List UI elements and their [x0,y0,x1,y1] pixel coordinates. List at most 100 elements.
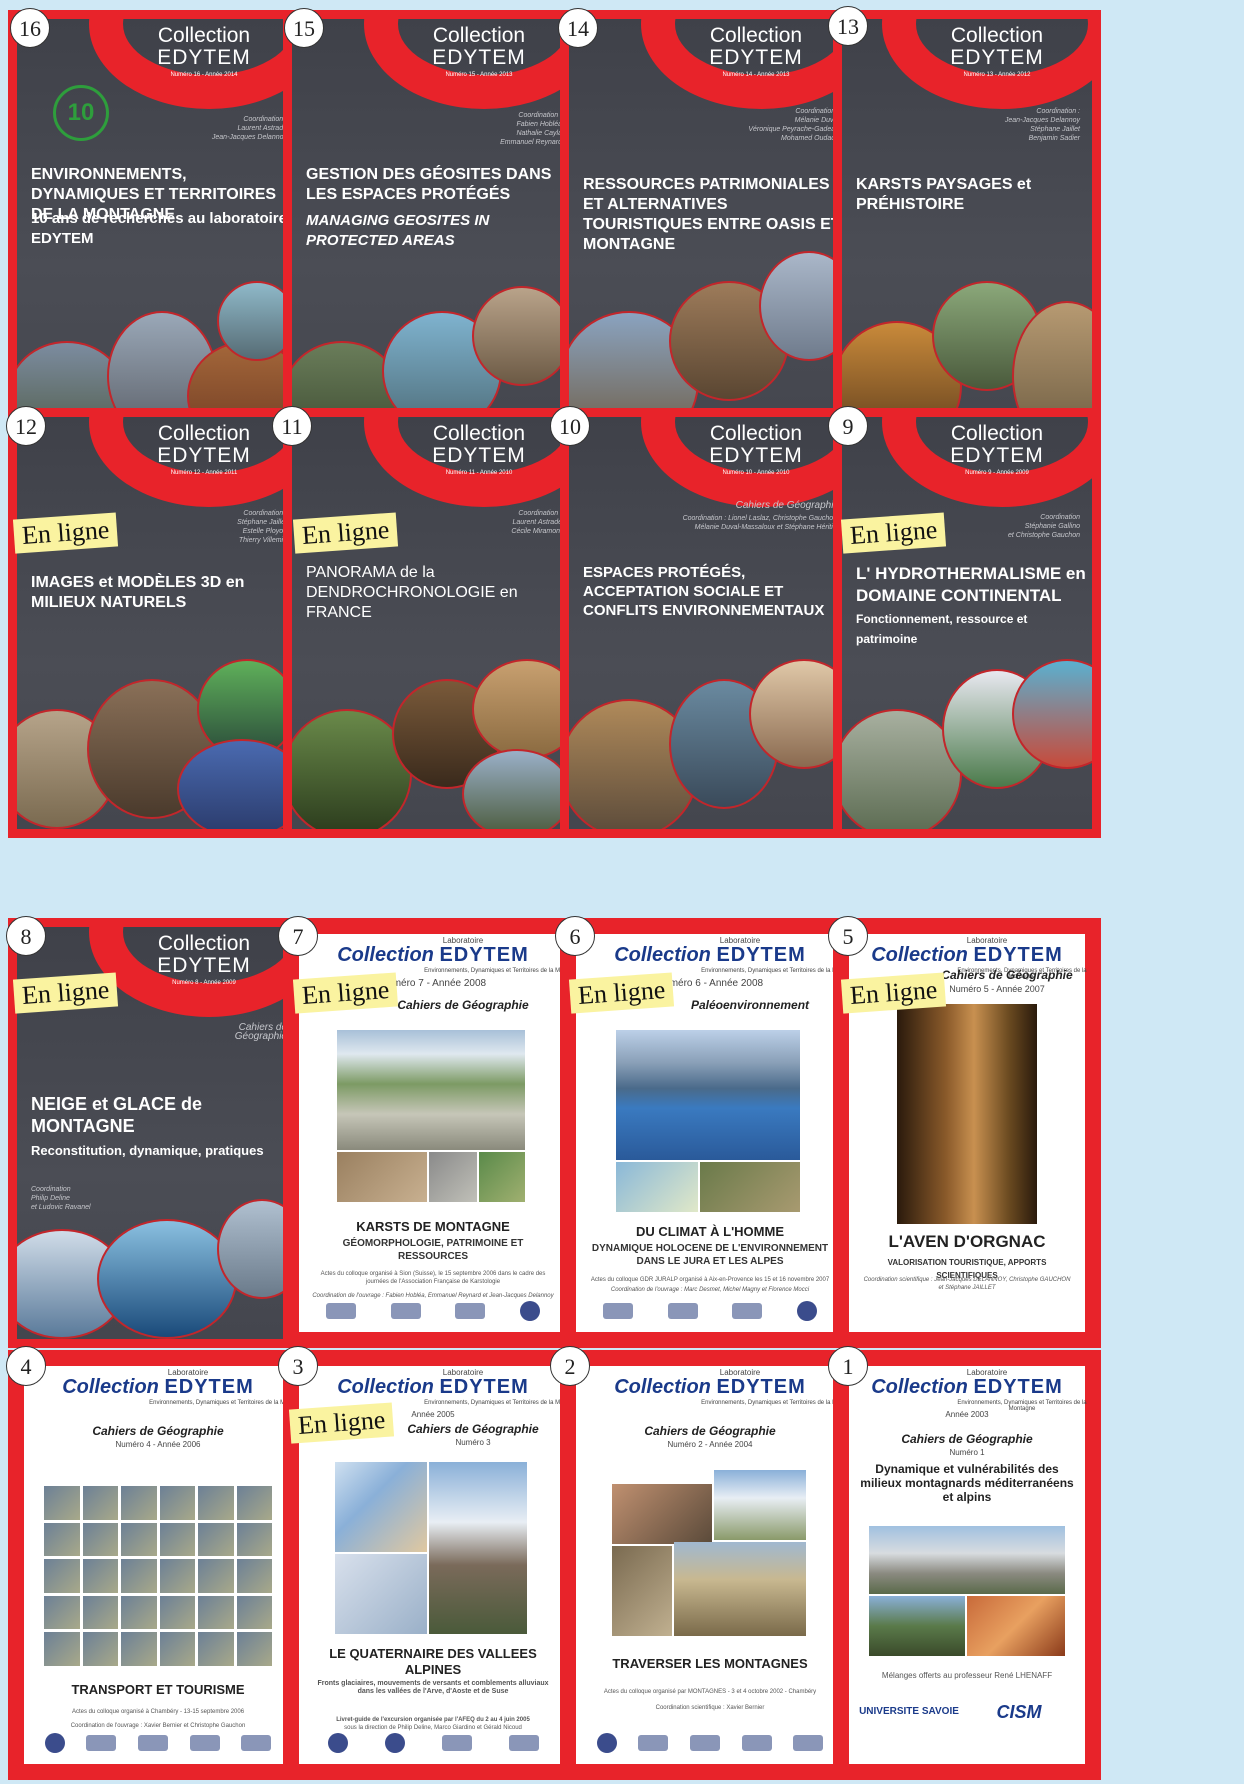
cover-12[interactable]: Collection EDYTEM Numéro 12 - Année 2011 C… [8,408,308,838]
anniversary-stamp: 10 [53,85,109,141]
cover-1[interactable]: Laboratoire Collection EDYTEM Environnem… [833,1350,1101,1780]
brand: Collection EDYTEM [337,944,529,966]
cover-title: GESTION DES GÉOSITES DANS LES ESPACES PR… [306,166,552,203]
online-badge[interactable]: En ligne [840,512,947,554]
photo-grid [44,1486,272,1666]
cover-title: ESPACES PROTÉGÉS, ACCEPTATION SOCIALE ET… [583,564,825,619]
coord-label: Coordination : [243,116,287,123]
cover-photo [429,1152,477,1202]
cover-number: 2 [550,1346,590,1386]
partner-logos [586,1732,834,1754]
cover-10[interactable]: Collection EDYTEM Numéro 10 - Année 2010 C… [560,408,860,838]
proceedings-note: Actes du colloque organisé par MONTAGNES… [603,1689,817,1695]
coordinators: Stéphane Jaillet Estelle Ployon Thierry … [237,519,287,544]
cover-photo [674,1542,806,1636]
coordinators: Stéphanie Gallino et Christophe Gauchon [1008,523,1080,539]
cover-photo [616,1162,698,1212]
cover-photo [897,1004,1037,1224]
brand: Collection EDYTEM [62,1376,254,1398]
online-badge[interactable]: En ligne [288,1402,395,1444]
cover-number: 5 [828,916,868,956]
coordinators: Fabien Hobléa Nathalie Cayla Emmanuel Re… [500,121,562,146]
brand: Collection EDYTEM Numéro 9 - Année 2009 [950,422,1044,477]
photo-collage [292,659,574,829]
cover-photo [337,1152,427,1202]
cover-photo [700,1162,800,1212]
cover-photo [616,1030,800,1160]
cover-13[interactable]: Collection EDYTEM Numéro 13 - Année 2012 C… [833,10,1101,440]
online-badge[interactable]: En ligne [12,512,119,554]
brand: Collection EDYTEM Numéro 13 - Année 2012 [950,24,1044,79]
cover-title: Dynamique et vulnérabilités des milieux … [860,1462,1074,1504]
issue-number: Numéro 3 [455,1438,491,1447]
brand: Collection EDYTEM [614,1376,806,1398]
online-badge[interactable]: En ligne [292,512,399,554]
cover-subtitle: MANAGING GEOSITES IN PROTECTED AREAS [306,212,490,249]
series: Paléoenvironnement [690,998,810,1012]
cover-title: IMAGES et MODÈLES 3D en MILIEUX NATURELS [31,574,245,611]
cover-2[interactable]: Laboratoire Collection EDYTEM Environnem… [560,1350,860,1780]
cover-number: 9 [828,406,868,446]
partner-logos [586,1300,834,1322]
cover-page: Laboratoire Collection EDYTEM Environnem… [24,1366,307,1764]
online-badge[interactable]: En ligne [568,972,675,1014]
cover-photo [612,1546,672,1636]
partner-logos [309,1300,557,1322]
brand: Collection EDYTEM [614,944,806,966]
partner-logos [34,1732,282,1754]
cover-16[interactable]: Collection EDYTEM Numéro 16 - Année 2014 1… [8,10,308,440]
cover-number: 7 [278,916,318,956]
cover-number: 6 [555,916,595,956]
cover-title: KARSTS PAYSAGES et PRÉHISTOIRE [856,176,1032,213]
cover-subtitle: DYNAMIQUE HOLOCENE DE L'ENVIRONNEMENT DA… [591,1243,829,1267]
photo-collage [17,1199,299,1339]
cover-photo [967,1596,1065,1656]
coordination-note: Coordination de l'ouvrage : Fabien Hoblé… [312,1293,554,1299]
cover-11[interactable]: Collection EDYTEM Numéro 11 - Année 2010 C… [283,408,583,838]
coord-label: Coordination : [243,510,287,517]
cover-14[interactable]: Collection EDYTEM Numéro 14 - Année 2013 C… [560,10,860,440]
proceedings-note: Actes du colloque GDR JURALP organisé à … [590,1277,830,1283]
cover-page: Laboratoire Collection EDYTEM Environnem… [576,1366,859,1764]
guidebook-note: Livret-guide de l'excursion organisée pa… [336,1717,530,1723]
cover-number: 14 [558,8,598,48]
issue-number: Numéro 1 [949,1448,985,1457]
cover-number: 12 [6,406,46,446]
cover-number: 1 [828,1346,868,1386]
cover-4[interactable]: Laboratoire Collection EDYTEM Environnem… [8,1350,308,1780]
coordinators: Coordination Philip Deline et Ludovic Ra… [31,1186,91,1211]
cover-number: 8 [6,916,46,956]
coord-label: Coordination : [1036,108,1080,115]
cover-photo [335,1554,427,1634]
brand: Collection EDYTEM [871,1376,1063,1398]
coordination-note: Coordination de l'ouvrage : Xavier Berni… [70,1723,246,1729]
cover-title: KARSTS DE MONTAGNE [356,1219,510,1234]
series-label: Cahiers de Géographie [234,1022,287,1042]
coordination-note: Coordination scientifique : Jean-Jacques… [863,1277,1071,1291]
online-badge[interactable]: En ligne [840,972,947,1014]
series: Cahiers de Géographie [901,1432,1033,1446]
cover-title: TRANSPORT ET TOURISME [71,1682,245,1697]
coordination-note: sous la direction de Philip Deline, Marc… [344,1725,522,1731]
series: Cahiers de Géographie [92,1424,224,1438]
cover-title: L' HYDROTHERMALISME en DOMAINE CONTINENT… [856,564,1086,605]
cover-photo [337,1030,525,1150]
university-logo: UNIVERSITE SAVOIE [859,1706,959,1717]
cover-number: 13 [828,6,868,46]
cover-subtitle: 10 ans de recherches au laboratoire EDYT… [31,210,287,247]
coord-label: Coordination : [518,510,562,517]
coordinators: Jean-Jacques Delannoy Stéphane Jaillet B… [1004,117,1080,142]
issue: Année 2003 [945,1410,989,1419]
cover-number: 10 [550,406,590,446]
cover-title: PANORAMA de la DENDROCHRONOLOGIE en FRAN… [306,564,518,621]
online-badge[interactable]: En ligne [12,972,119,1014]
cover-9[interactable]: Collection EDYTEM Numéro 9 - Année 2009 Co… [833,408,1101,838]
cover-15[interactable]: Collection EDYTEM Numéro 15 - Année 2013 C… [283,10,583,440]
online-badge[interactable]: En ligne [292,972,399,1014]
partner-logos [309,1732,557,1754]
coord-label: Coordination : [518,112,562,119]
series: Cahiers de Géographie [644,1424,776,1438]
brand: Collection EDYTEM Numéro 11 - Année 2010 [432,422,526,477]
tribute-note: Mélanges offerts au professeur René LHEN… [881,1671,1053,1680]
cover-photo [429,1462,527,1634]
